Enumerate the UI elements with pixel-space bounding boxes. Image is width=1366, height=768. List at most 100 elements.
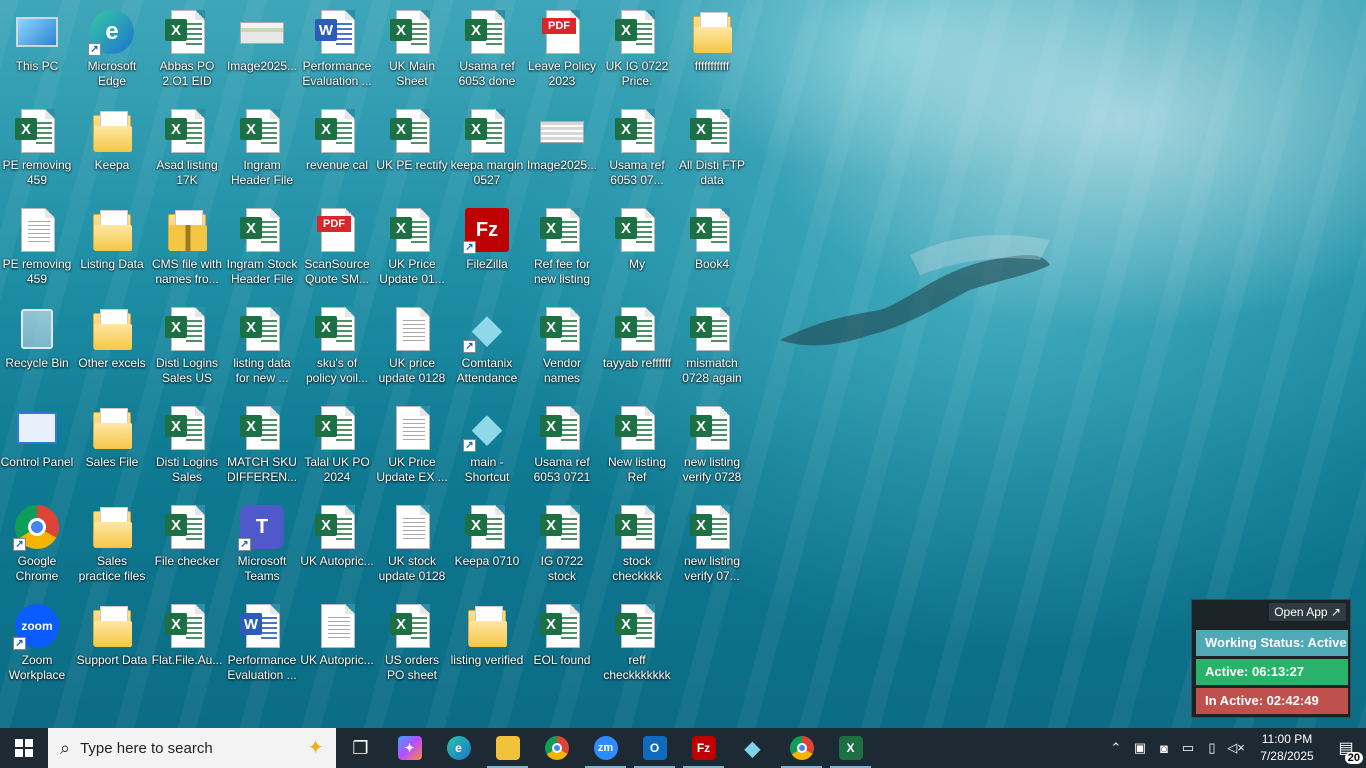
desktop-icon[interactable]: Image2025... — [225, 4, 299, 100]
desktop-icon[interactable]: X Ingram Header File — [225, 103, 299, 199]
desktop-icon[interactable]: UK stock update 0128 — [375, 499, 449, 595]
desktop-icon[interactable]: X Disti Logins Sales — [150, 400, 224, 496]
desktop-icon[interactable]: Xreff checkkkkkkk — [600, 598, 674, 694]
desktop-icon[interactable]: PE removing 459 — [0, 202, 74, 298]
desktop-icon[interactable]: X Usama ref 6053 0721 — [525, 400, 599, 496]
desktop-icon[interactable]: Sales practice files — [75, 499, 149, 595]
desktop-icon[interactable]: fffffffffff — [675, 4, 749, 100]
desktop-icon[interactable]: Xstock checkkkk — [600, 499, 674, 595]
desktop-icon[interactable]: X UK Main Sheet — [375, 4, 449, 100]
edge-icon: e ↗ — [88, 8, 136, 56]
desktop-icon[interactable]: Listing Data — [75, 202, 149, 298]
desktop-icon[interactable]: zoom ↗ Zoom Workplace — [0, 598, 74, 694]
desktop-icon[interactable]: Recycle Bin — [0, 301, 74, 397]
task-view-button[interactable]: ❐ — [336, 728, 385, 768]
taskbar-chrome-profile[interactable] — [777, 728, 826, 768]
desktop-icon[interactable]: X Abbas PO 2.O1 EID — [150, 4, 224, 100]
desktop-icon[interactable]: ◆ ↗ Comtanix Attendance — [450, 301, 524, 397]
desktop-icon[interactable]: X IG 0722 stock — [525, 499, 599, 595]
desktop-icon[interactable]: X Usama ref 6053 done — [450, 4, 524, 100]
desktop-icon[interactable]: Control Panel — [0, 400, 74, 496]
desktop-icon[interactable]: X Ref fee for new listing — [525, 202, 599, 298]
desktop-icon[interactable]: ↗ Google Chrome — [0, 499, 74, 595]
desktop-icon[interactable]: X Asad listing 17K — [150, 103, 224, 199]
desktop-icon[interactable]: T ↗ Microsoft Teams — [225, 499, 299, 595]
volume-mute-icon[interactable]: ◁× — [1224, 740, 1248, 756]
meet-icon[interactable]: ◙ — [1152, 741, 1176, 756]
desktop-icon[interactable]: X All Disti FTP data — [675, 103, 749, 199]
desktop-icon[interactable]: X PE removing 459 — [0, 103, 74, 199]
desktop-icon[interactable]: X UK Autopric... — [300, 499, 374, 595]
desktop-icon[interactable]: Xmismatch 0728 again — [675, 301, 749, 397]
desktop-icon[interactable]: W Performance Evaluation ... — [225, 598, 299, 694]
desktop-icon[interactable]: PDF ScanSource Quote SM... — [300, 202, 374, 298]
desktop-icon[interactable]: X New listing Ref — [600, 400, 674, 496]
desktop-icon[interactable]: Xsku's of policy voil... — [300, 301, 374, 397]
desktop-icon[interactable]: W Performance Evaluation ... — [300, 4, 374, 100]
desktop-icon[interactable]: Fz ↗ FileZilla — [450, 202, 524, 298]
desktop-icon[interactable]: X Talal UK PO 2024 — [300, 400, 374, 496]
desktop-icon-label: UK PE rectify — [376, 158, 448, 172]
taskbar-excel[interactable]: X — [826, 728, 875, 768]
zoom-icon: zm — [593, 736, 618, 760]
desktop-icon-label: MATCH SKU DIFFEREN... — [226, 455, 297, 484]
taskbar-file-explorer[interactable] — [483, 728, 532, 768]
open-app-button[interactable]: Open App ↗ — [1269, 603, 1346, 621]
taskbar-copilot[interactable]: ✦ — [385, 728, 434, 768]
excel-icon: X — [388, 602, 436, 650]
desktop-icon[interactable]: X MATCH SKU DIFFEREN... — [225, 400, 299, 496]
taskbar-comtanix[interactable]: ◆ — [728, 728, 777, 768]
desktop-icon[interactable]: UK price update 0128 — [375, 301, 449, 397]
desktop-icon[interactable]: PDF Leave Policy 2023 — [525, 4, 599, 100]
desktop-icon[interactable]: This PC — [0, 4, 74, 100]
excel-icon: X — [238, 305, 286, 353]
desktop-icon[interactable]: X EOL found — [525, 598, 599, 694]
desktop-icon[interactable]: Xrevenue cal — [300, 103, 374, 199]
desktop-icon[interactable]: Xtayyab reffffff — [600, 301, 674, 397]
camera-icon[interactable]: ▣ — [1128, 740, 1152, 756]
desktop-icon-label: revenue cal — [305, 158, 369, 172]
desktop-icon[interactable]: X Book4 — [675, 202, 749, 298]
desktop-icon[interactable]: Support Data — [75, 598, 149, 694]
desktop-icon[interactable]: CMS file with names fro... — [150, 202, 224, 298]
edge-icon: e — [446, 736, 471, 760]
desktop-icon[interactable]: Xnew listing verify 0728 — [675, 400, 749, 496]
taskbar-zoom[interactable]: zm — [581, 728, 630, 768]
chevron-up-icon[interactable]: ⌃ — [1104, 740, 1128, 756]
taskbar-chrome[interactable] — [532, 728, 581, 768]
desktop-icon[interactable]: Other excels — [75, 301, 149, 397]
start-button[interactable] — [0, 728, 48, 768]
desktop-icon[interactable]: ◆ ↗ main - Shortcut — [450, 400, 524, 496]
taskbar-edge[interactable]: e — [434, 728, 483, 768]
desktop-icon[interactable]: X US orders PO sheet — [375, 598, 449, 694]
desktop-icon[interactable]: Xlisting data for new ... — [225, 301, 299, 397]
taskbar-search-box[interactable]: ⌕ Type here to search ✦ — [48, 728, 336, 768]
desktop-icon[interactable]: X File checker — [150, 499, 224, 595]
outlook-icon: O — [642, 736, 667, 760]
desktop-icon[interactable]: e ↗ Microsoft Edge — [75, 4, 149, 100]
network-icon[interactable]: ▯ — [1200, 740, 1224, 756]
desktop-icon[interactable]: Keepa — [75, 103, 149, 199]
desktop-icon[interactable]: X Vendor names — [525, 301, 599, 397]
desktop-icon[interactable]: X Usama ref 6053 07... — [600, 103, 674, 199]
taskbar-clock[interactable]: 11:00 PM 7/28/2025 — [1248, 731, 1326, 765]
desktop-icon[interactable]: Image2025... — [525, 103, 599, 199]
desktop-icon[interactable]: listing verified — [450, 598, 524, 694]
desktop-icon[interactable]: X UK Price Update 01... — [375, 202, 449, 298]
notification-center-button[interactable]: ▤ 20 — [1326, 728, 1366, 768]
desktop-icon[interactable]: X Flat.File.Au... — [150, 598, 224, 694]
desktop-icon[interactable]: X UK PE rectify — [375, 103, 449, 199]
desktop-icon[interactable]: X UK IG 0722 Price. — [600, 4, 674, 100]
desktop-icon[interactable]: Xnew listing verify 07... — [675, 499, 749, 595]
battery-icon[interactable]: ▭ — [1176, 740, 1200, 756]
taskbar-filezilla[interactable]: Fz — [679, 728, 728, 768]
desktop-icon[interactable]: Xkeepa margin 0527 — [450, 103, 524, 199]
desktop-icon[interactable]: X Keepa 0710 — [450, 499, 524, 595]
desktop-icon[interactable]: UK Price Update EX ... — [375, 400, 449, 496]
desktop-icon[interactable]: X My — [600, 202, 674, 298]
desktop-icon[interactable]: Sales File — [75, 400, 149, 496]
desktop-icon[interactable]: UK Autopric... — [300, 598, 374, 694]
desktop-icon[interactable]: X Disti Logins Sales US — [150, 301, 224, 397]
taskbar-outlook[interactable]: O — [630, 728, 679, 768]
desktop-icon[interactable]: X Ingram Stock Header File — [225, 202, 299, 298]
